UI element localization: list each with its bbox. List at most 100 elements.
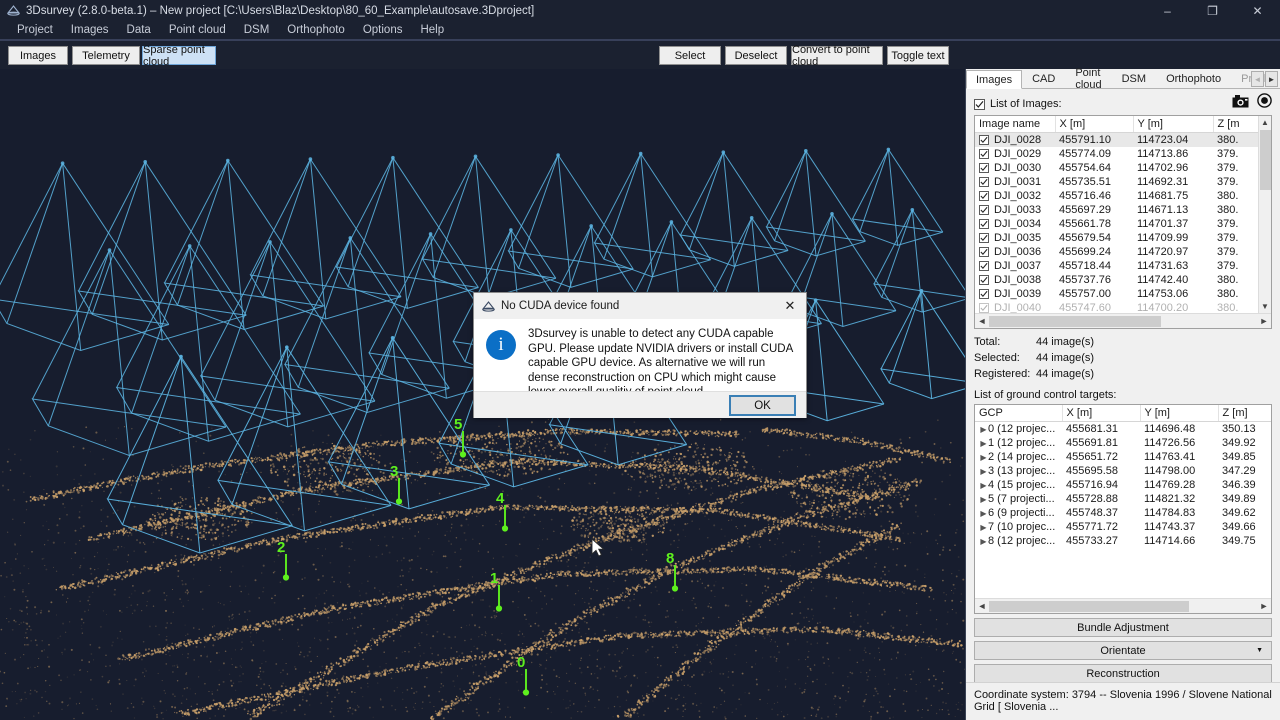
camera-frustum[interactable] [31,248,227,457]
expand-arrow-icon[interactable]: ▶ [979,453,988,462]
images-horizontal-scrollbar[interactable]: ◄ ► [975,313,1271,328]
camera-frustum[interactable] [335,155,479,309]
close-button[interactable]: ✕ [1235,0,1280,21]
chevron-down-icon[interactable]: ▼ [1256,647,1263,654]
table-row[interactable]: ▶0 (12 projec... 455681.31 114696.48 350.13 [975,422,1271,437]
gcp-marker[interactable]: 2 [277,539,290,581]
table-row[interactable]: ▶7 (10 projec... 455771.72 114743.37 349.66 [975,520,1271,534]
row-checkbox[interactable] [979,261,989,271]
expand-arrow-icon[interactable]: ▶ [979,481,988,490]
table-row[interactable]: DJI_0032 455716.46 114681.75 380. [975,189,1258,203]
gcp-col-y[interactable]: Y [m] [1140,405,1219,422]
table-row[interactable]: ▶6 (9 projecti... 455748.37 114784.83 349.6… [975,506,1271,520]
gcp-marker[interactable]: 3 [390,463,403,505]
dialog-close-icon[interactable]: ✕ [774,293,806,319]
gcp-col-name[interactable]: GCP [975,405,1063,422]
table-row[interactable]: DJI_0036 455699.24 114720.97 379. [975,245,1258,259]
menu-orthophoto[interactable]: Orthophoto [278,22,354,38]
images-col-x[interactable]: X [m] [1055,116,1134,133]
row-checkbox[interactable] [979,205,989,215]
scroll-up-icon[interactable]: ▲ [1259,116,1271,129]
toolbar-deselect-button[interactable]: Deselect [725,46,787,65]
table-row[interactable]: ▶2 (14 projec... 455651.72 114763.41 349.85 [975,450,1271,464]
table-row[interactable]: DJI_0039 455757.00 114753.06 380. [975,287,1258,301]
table-row[interactable]: DJI_0040 455747.60 114700.20 380. [975,301,1258,313]
row-checkbox[interactable] [979,191,989,201]
expand-arrow-icon[interactable]: ▶ [979,467,988,476]
gcp-scroll-left-icon[interactable]: ◄ [975,601,989,611]
expand-arrow-icon[interactable]: ▶ [979,523,988,532]
row-checkbox[interactable] [979,149,989,159]
images-col-name[interactable]: Image name [975,116,1056,133]
images-hscroll-thumb[interactable] [989,315,1161,327]
table-row[interactable]: ▶5 (7 projecti... 455728.88 114821.32 349.8… [975,492,1271,506]
expand-arrow-icon[interactable]: ▶ [979,439,988,448]
expand-arrow-icon[interactable]: ▶ [979,509,988,518]
toolbar-select-button[interactable]: Select [659,46,721,65]
tab-cad[interactable]: CAD [1022,69,1065,88]
row-checkbox[interactable] [979,303,989,313]
camera-frustum[interactable] [199,240,376,428]
camera-frustum[interactable] [851,147,944,246]
table-row[interactable]: DJI_0033 455697.29 114671.13 380. [975,203,1258,217]
camera-frustum[interactable] [249,157,402,320]
row-checkbox[interactable] [979,233,989,243]
scroll-down-icon[interactable]: ▼ [1259,300,1271,313]
table-row[interactable]: DJI_0038 455737.76 114742.40 380. [975,273,1258,287]
toolbar-convert-to-point-cloud-button[interactable]: Convert to point cloud [791,44,883,68]
table-row[interactable]: ▶8 (12 projec... 455733.27 114714.66 349.75 [975,534,1271,548]
images-vertical-scrollbar[interactable]: ▲ ▼ [1258,116,1271,313]
table-row[interactable]: ▶1 (12 projec... 455691.81 114726.56 349.92 [975,436,1271,450]
camera-frustum[interactable] [163,158,325,331]
scroll-left-icon[interactable]: ◄ [975,316,989,326]
expand-arrow-icon[interactable]: ▶ [979,537,988,546]
tab-images[interactable]: Images [966,70,1023,89]
images-scroll-thumb[interactable] [1260,130,1271,190]
toolbar-sparse-point-cloud-button[interactable]: Sparse point cloud [142,44,216,68]
images-hscroll-track[interactable] [989,314,1257,328]
target-icon[interactable] [1257,93,1272,111]
images-col-z[interactable]: Z [m [1213,116,1258,133]
gcp-col-z[interactable]: Z [m] [1218,405,1271,422]
tab-point-cloud[interactable]: Point cloud [1065,67,1111,91]
menu-images[interactable]: Images [62,22,118,38]
toolbar-telemetry-button[interactable]: Telemetry [72,46,140,65]
table-row[interactable]: DJI_0030 455754.64 114702.96 379. [975,161,1258,175]
menu-point-cloud[interactable]: Point cloud [160,22,235,38]
tab-dsm[interactable]: DSM [1112,69,1156,88]
toolbar-toggle-text-button[interactable]: Toggle text [887,46,949,65]
camera-frustum[interactable] [880,289,965,400]
menu-help[interactable]: Help [411,22,453,38]
table-row[interactable]: DJI_0034 455661.78 114701.37 379. [975,217,1258,231]
row-checkbox[interactable] [979,289,989,299]
maximize-button[interactable]: ❐ [1190,0,1235,21]
gcp-marker[interactable]: 4 [496,490,509,532]
expand-arrow-icon[interactable]: ▶ [979,495,988,504]
dialog-ok-button[interactable]: OK [729,395,796,416]
gcp-hscroll-thumb[interactable] [989,600,1189,612]
table-row[interactable]: DJI_0031 455735.51 114692.31 379. [975,175,1258,189]
row-checkbox[interactable] [979,177,989,187]
gcp-horizontal-scrollbar[interactable]: ◄ ► [975,598,1271,613]
row-checkbox[interactable] [979,247,989,257]
menu-project[interactable]: Project [8,22,62,38]
table-row[interactable]: ▶4 (15 projec... 455716.94 114769.28 346.39 [975,478,1271,492]
camera-icon[interactable] [1232,94,1249,111]
menu-dsm[interactable]: DSM [235,22,279,38]
tab-next-icon[interactable]: ► [1265,71,1278,87]
gcp-col-x[interactable]: X [m] [1062,405,1141,422]
row-checkbox[interactable] [979,275,989,285]
images-col-y[interactable]: Y [m] [1133,116,1214,133]
bundle-adjustment-button[interactable]: Bundle Adjustment [974,618,1272,637]
row-checkbox[interactable] [979,219,989,229]
toolbar-images-button[interactable]: Images [8,46,68,65]
gcp-marker[interactable]: 1 [490,570,503,612]
table-row[interactable]: DJI_0035 455679.54 114709.99 379. [975,231,1258,245]
gcp-hscroll-track[interactable] [989,599,1257,613]
menu-data[interactable]: Data [118,22,160,38]
camera-frustum[interactable] [421,154,557,299]
row-checkbox[interactable] [979,163,989,173]
expand-arrow-icon[interactable]: ▶ [979,425,988,434]
table-row[interactable]: ▶3 (13 projec... 455695.58 114798.00 347.29 [975,464,1271,478]
scroll-right-icon[interactable]: ► [1257,316,1271,326]
